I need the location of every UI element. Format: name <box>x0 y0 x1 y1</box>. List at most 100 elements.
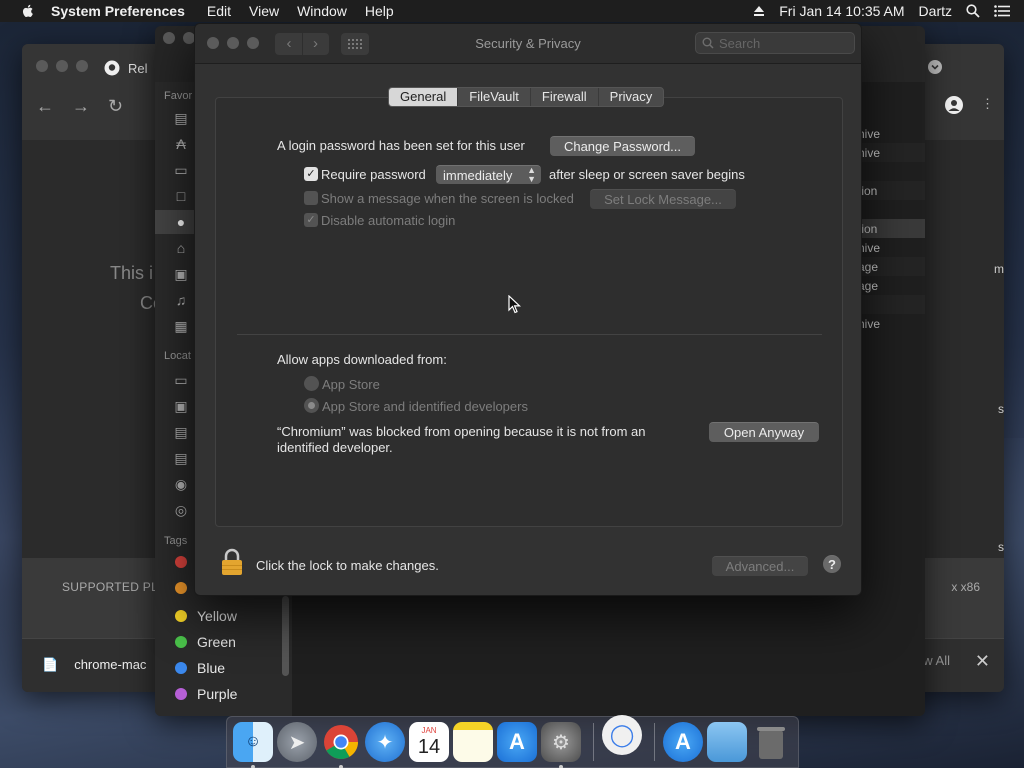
finder-dock-icon[interactable]: ☺ <box>233 722 273 768</box>
tag-dot <box>175 662 187 674</box>
platform-text: x x86 <box>951 580 980 594</box>
network-icon[interactable]: ◎ <box>172 502 190 518</box>
close-downloads-icon[interactable]: ✕ <box>975 651 990 672</box>
favorites-header: Favor <box>164 90 193 102</box>
padlock-icon[interactable] <box>221 548 243 576</box>
desktop-icon[interactable]: ▭ <box>172 162 190 178</box>
tab-filevault[interactable]: FileVault <box>458 88 531 106</box>
window-menu[interactable]: Window <box>297 3 347 19</box>
minimize-button[interactable] <box>56 60 68 72</box>
notification-center-icon[interactable] <box>994 5 1010 17</box>
open-anyway-button[interactable]: Open Anyway <box>709 422 819 442</box>
tag-dot <box>175 556 187 568</box>
require-interval-value: immediately <box>443 168 513 183</box>
applications-icon[interactable]: ₳ <box>172 136 190 152</box>
advanced-button[interactable]: Advanced... <box>712 556 808 576</box>
forward-arrow-icon[interactable]: → <box>72 96 90 117</box>
more-menu-icon[interactable]: ⋮ <box>981 96 994 114</box>
help-button[interactable]: ? <box>823 555 841 573</box>
app-store-radio[interactable] <box>304 376 319 391</box>
spotlight-search-icon[interactable] <box>966 4 980 18</box>
search-field[interactable] <box>695 32 855 54</box>
allow-apps-label: Allow apps downloaded from: <box>277 352 447 367</box>
tab-privacy[interactable]: Privacy <box>599 88 664 106</box>
tag-yellow[interactable]: Yellow <box>175 608 237 624</box>
help-menu[interactable]: Help <box>365 3 394 19</box>
drive-icon[interactable]: ▤ <box>172 424 190 440</box>
downloads-icon[interactable]: ● <box>172 214 190 230</box>
calendar-dock-icon[interactable]: JAN 14 <box>409 722 449 762</box>
launchpad-dock-icon[interactable]: ➤ <box>277 722 317 762</box>
tags-header: Tags <box>164 535 188 547</box>
dock: ☺ ➤ ✦ JAN 14 A ⚙ ◯ A <box>226 715 799 768</box>
tag-dot <box>175 582 187 594</box>
home-icon[interactable]: ⌂ <box>172 240 190 256</box>
change-password-button[interactable]: Change Password... <box>550 136 695 156</box>
system-preferences-dock-icon[interactable]: ⚙ <box>541 722 581 768</box>
updown-chevron-icon: ▲ ▼ <box>527 165 536 184</box>
tag-blue[interactable]: Blue <box>175 660 225 676</box>
require-password-checkbox[interactable]: ✓ <box>304 167 318 181</box>
zoom-button[interactable] <box>76 60 88 72</box>
drive-icon[interactable]: ▤ <box>172 450 190 466</box>
set-lock-message-button[interactable]: Set Lock Message... <box>590 189 736 209</box>
dock-separator <box>654 723 655 761</box>
chrome-icon <box>324 725 358 759</box>
login-password-text: A login password has been set for this u… <box>277 138 525 153</box>
edit-menu[interactable]: Edit <box>207 3 231 19</box>
view-menu[interactable]: View <box>249 3 279 19</box>
notes-dock-icon[interactable] <box>453 722 493 762</box>
pictures-icon[interactable]: ▣ <box>172 266 190 282</box>
calendar-day: 14 <box>417 736 441 758</box>
show-all-button[interactable]: w All <box>923 653 950 668</box>
chrome-side-text: s <box>998 402 1004 416</box>
documents-icon[interactable]: ▤ <box>172 110 190 126</box>
blocked-message-line2: identified developer. <box>277 440 393 455</box>
identified-developers-radio[interactable] <box>304 398 319 413</box>
tab-general[interactable]: General <box>389 88 459 106</box>
require-interval-popup[interactable]: immediately ▲ ▼ <box>436 165 541 184</box>
chrome-dock-icon[interactable] <box>321 722 361 768</box>
chrome-side-text: s <box>998 540 1004 554</box>
tag-green[interactable]: Green <box>175 634 236 650</box>
eject-icon[interactable] <box>753 5 765 17</box>
chrome-tab-title: Rel <box>128 60 148 76</box>
movies-icon[interactable]: ▦ <box>172 318 190 334</box>
close-button[interactable] <box>36 60 48 72</box>
close-button[interactable] <box>163 32 175 44</box>
disk-icon[interactable]: ▣ <box>172 398 190 414</box>
files-icon[interactable]: □ <box>172 188 190 204</box>
app-store-folder-icon[interactable]: A <box>663 722 703 762</box>
chromium-dock-icon[interactable]: ◯ <box>602 715 642 755</box>
safari-dock-icon[interactable]: ✦ <box>365 722 405 762</box>
tag-purple[interactable]: Purple <box>175 686 237 702</box>
user-name[interactable]: Dartz <box>919 3 952 19</box>
search-input[interactable] <box>719 35 844 51</box>
clock[interactable]: Fri Jan 14 10:35 AM <box>779 3 904 19</box>
music-icon[interactable]: ♫ <box>172 292 190 308</box>
chevron-down-icon[interactable] <box>928 60 942 74</box>
disable-autologin-checkbox[interactable]: ✓ <box>304 213 318 227</box>
tag-dot <box>175 610 187 622</box>
blocked-message-line1: “Chromium” was blocked from opening beca… <box>277 424 646 439</box>
reload-icon[interactable]: ↻ <box>108 96 123 117</box>
app-store-dock-icon[interactable]: A <box>497 722 537 762</box>
tab-firewall[interactable]: Firewall <box>531 88 599 106</box>
back-arrow-icon[interactable]: ← <box>36 96 54 117</box>
tab-bar: General FileVault Firewall Privacy <box>388 87 665 107</box>
profile-icon[interactable] <box>945 96 963 114</box>
apple-menu-icon[interactable] <box>20 3 36 19</box>
tag-dot <box>175 636 187 648</box>
optical-disc-icon[interactable]: ◉ <box>172 476 190 492</box>
sidebar-scrollbar[interactable] <box>282 596 289 676</box>
download-item[interactable]: 📄 chrome-mac <box>42 657 146 673</box>
computer-icon[interactable]: ▭ <box>172 372 190 388</box>
tag-dot <box>175 688 187 700</box>
calendar-month: JAN <box>421 726 437 735</box>
trash-dock-icon[interactable] <box>751 722 791 762</box>
show-message-checkbox[interactable]: ✓ <box>304 191 318 205</box>
app-menu[interactable]: System Preferences <box>51 3 185 19</box>
file-icon: 📄 <box>42 657 59 672</box>
downloads-folder-icon[interactable] <box>707 722 747 762</box>
lock-status-text: Click the lock to make changes. <box>256 558 439 573</box>
